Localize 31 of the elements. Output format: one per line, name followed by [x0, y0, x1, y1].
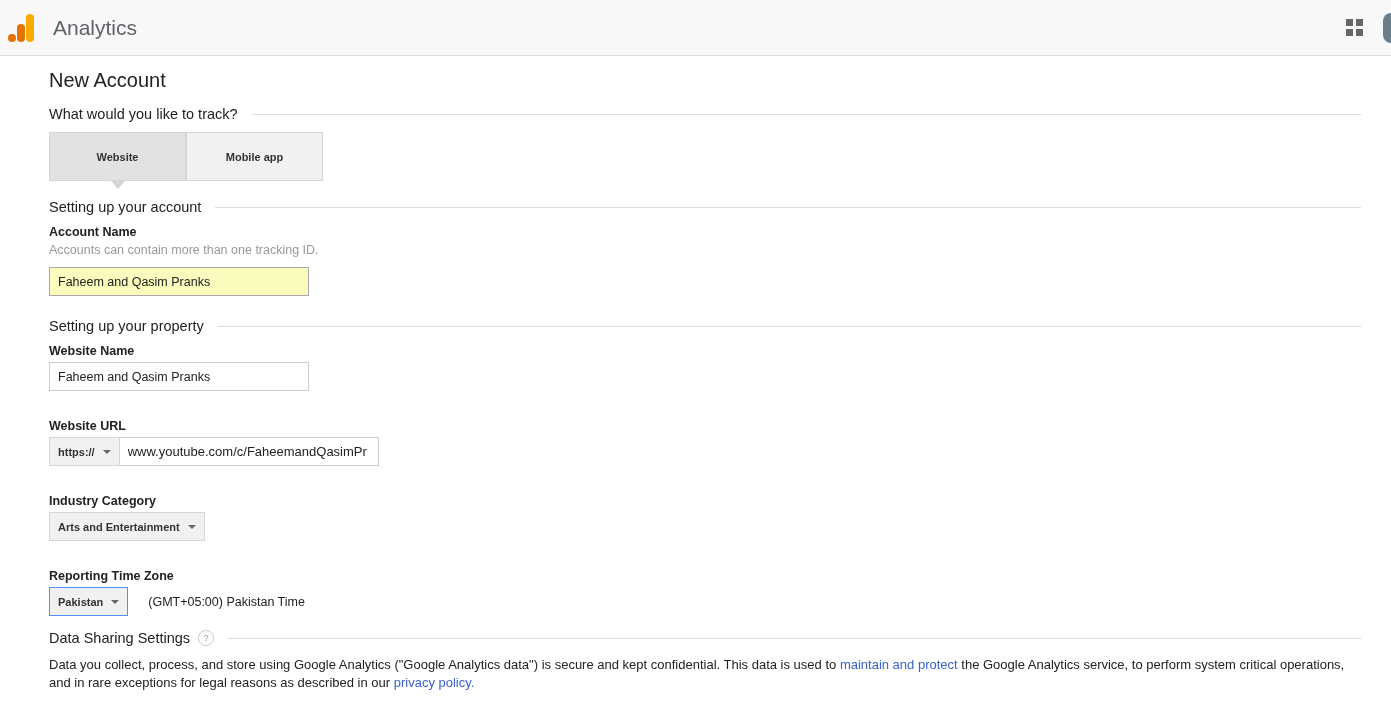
- website-name-field[interactable]: Faheem and Qasim Pranks: [49, 362, 309, 391]
- field-label: Website URL: [49, 419, 127, 433]
- apps-grid-icon[interactable]: [1346, 19, 1363, 36]
- field-label: Industry Category: [49, 494, 157, 508]
- caret-icon: [111, 599, 120, 604]
- track-option-tab[interactable]: Website: [49, 132, 186, 181]
- field-hint: Accounts can contain more than one tracking ID.: [49, 243, 320, 257]
- avatar[interactable]: [1383, 12, 1391, 43]
- selection-pointer-icon: [111, 181, 125, 189]
- caret-icon: [187, 524, 196, 529]
- text-link[interactable]: privacy policy.: [393, 675, 475, 690]
- bar-chart-logo-icon: [8, 12, 36, 43]
- field-label: Reporting Time Zone: [49, 569, 175, 583]
- website-url-field[interactable]: www.youtube.com/c/FaheemandQasimPr: [119, 437, 379, 466]
- caret-icon: [102, 449, 111, 454]
- field-label: Website Name: [49, 344, 136, 358]
- text-link[interactable]: maintain and protect: [839, 657, 958, 672]
- section-heading: Setting up your account: [49, 199, 202, 215]
- time-zone-description: (GMT+05:00) Pakistan Time: [148, 594, 305, 609]
- section-heading: What would you like to track?: [49, 106, 238, 122]
- time-zone-dropdown[interactable]: Pakistan: [49, 587, 129, 616]
- page-title: New Account: [49, 69, 167, 92]
- industry-dropdown[interactable]: Arts and Entertainment: [49, 512, 205, 541]
- data-sharing-paragraph: Data you collect, process, and store using Google Analytics ("Google Analytics data") is secure and kept confidential. This data is used to maintain and protect the Google Analytics service, to perform system critical operations, and in rare exceptions for legal reasons as described in our privacy policy.: [49, 656, 1346, 692]
- account-name-field[interactable]: Faheem and Qasim Pranks: [49, 267, 309, 296]
- track-option-tab[interactable]: Mobile app: [186, 132, 323, 181]
- product-name: Analytics: [53, 15, 139, 40]
- section-heading: Data Sharing Settings: [49, 630, 191, 646]
- protocol-dropdown[interactable]: https://: [49, 437, 120, 466]
- section-heading: Setting up your property: [49, 318, 204, 334]
- field-label: Account Name: [49, 225, 138, 239]
